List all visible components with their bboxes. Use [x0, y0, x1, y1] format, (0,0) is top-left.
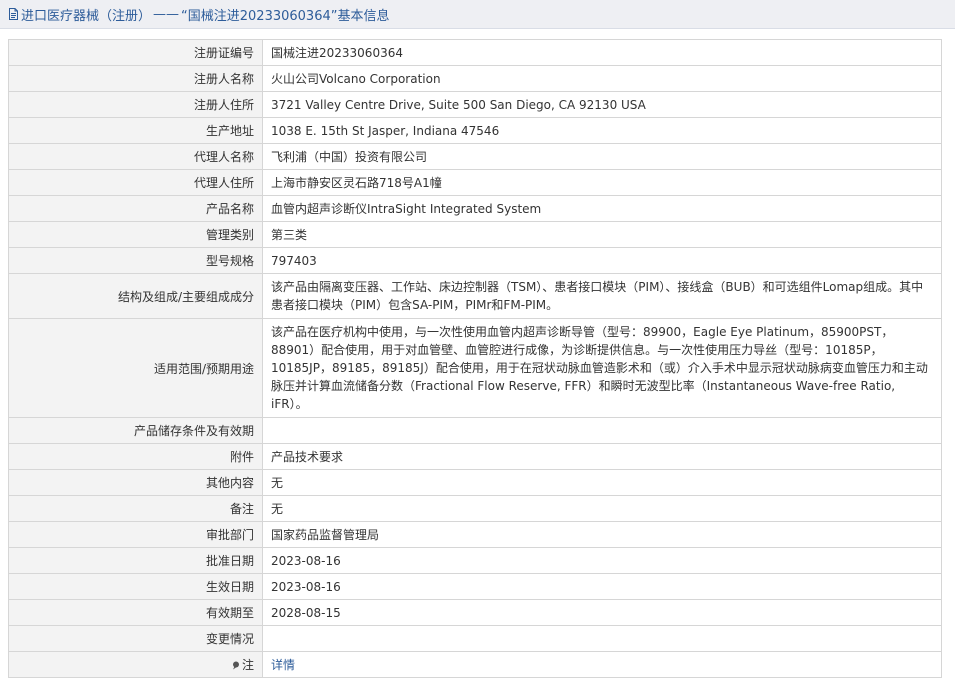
header-separator: ——	[153, 6, 180, 22]
row-value: 火山公司Volcano Corporation	[262, 65, 942, 92]
table-row: 注册人名称 火山公司Volcano Corporation	[8, 65, 942, 92]
table-row: 变更情况	[8, 625, 942, 652]
row-value: 2023-08-16	[262, 573, 942, 600]
row-value: 无	[262, 469, 942, 496]
row-value: 2023-08-16	[262, 547, 942, 574]
row-value: 国家药品监督管理局	[262, 521, 942, 548]
row-value	[262, 417, 942, 444]
row-value: 797403	[262, 247, 942, 274]
row-value: 产品技术要求	[262, 443, 942, 470]
table-row: 生效日期 2023-08-16	[8, 573, 942, 600]
table-row: 产品储存条件及有效期	[8, 417, 942, 444]
row-label: 有效期至	[8, 599, 263, 626]
row-value: 国械注进20233060364	[262, 39, 942, 66]
table-row: 审批部门 国家药品监督管理局	[8, 521, 942, 548]
table-row: 型号规格 797403	[8, 247, 942, 274]
row-label: 代理人名称	[8, 143, 263, 170]
row-label: 批准日期	[8, 547, 263, 574]
row-label: 管理类别	[8, 221, 263, 248]
row-label: 审批部门	[8, 521, 263, 548]
row-value: 该产品由隔离变压器、工作站、床边控制器（TSM）、患者接口模块（PIM）、接线盒…	[262, 273, 942, 319]
table-row: 有效期至 2028-08-15	[8, 599, 942, 626]
row-label: 生效日期	[8, 573, 263, 600]
row-value: 上海市静安区灵石路718号A1幢	[262, 169, 942, 196]
row-value: 第三类	[262, 221, 942, 248]
table-row: 附件 产品技术要求	[8, 443, 942, 470]
table-row: 代理人住所 上海市静安区灵石路718号A1幢	[8, 169, 942, 196]
row-label: 注册人名称	[8, 65, 263, 92]
row-value: 飞利浦（中国）投资有限公司	[262, 143, 942, 170]
row-label: 注册证编号	[8, 39, 263, 66]
row-label: 产品名称	[8, 195, 263, 222]
table-row: 注 详情	[8, 651, 942, 678]
row-label: 型号规格	[8, 247, 263, 274]
note-label: 注	[241, 658, 254, 672]
pin-icon	[232, 661, 239, 670]
table-row: 其他内容 无	[8, 469, 942, 496]
info-table-container: 注册证编号 国械注进20233060364 注册人名称 火山公司Volcano …	[8, 39, 942, 678]
row-label: 代理人住所	[8, 169, 263, 196]
row-value: 无	[262, 495, 942, 522]
row-label: 备注	[8, 495, 263, 522]
row-value	[262, 625, 942, 652]
row-value: 3721 Valley Centre Drive, Suite 500 San …	[262, 91, 942, 118]
row-value: 详情	[262, 651, 942, 678]
table-row: 备注 无	[8, 495, 942, 522]
header-category: 进口医疗器械（注册）	[21, 8, 152, 24]
row-label: 适用范围/预期用途	[8, 318, 263, 418]
row-label: 结构及组成/主要组成成分	[8, 273, 263, 319]
table-row: 代理人名称 飞利浦（中国）投资有限公司	[8, 143, 942, 170]
table-row: 适用范围/预期用途 该产品在医疗机构中使用，与一次性使用血管内超声诊断导管（型号…	[8, 318, 942, 418]
table-row: 注册证编号 国械注进20233060364	[8, 39, 942, 66]
row-label: 其他内容	[8, 469, 263, 496]
table-row: 生产地址 1038 E. 15th St Jasper, Indiana 475…	[8, 117, 942, 144]
row-label: 生产地址	[8, 117, 263, 144]
table-row: 产品名称 血管内超声诊断仪IntraSight Integrated Syste…	[8, 195, 942, 222]
document-icon	[9, 8, 18, 20]
row-label: 注册人住所	[8, 91, 263, 118]
table-row: 管理类别 第三类	[8, 221, 942, 248]
table-row: 结构及组成/主要组成成分 该产品由隔离变压器、工作站、床边控制器（TSM）、患者…	[8, 273, 942, 319]
page-title: “国械注进20233060364”基本信息	[181, 8, 390, 24]
page-header: 进口医疗器械（注册） —— “国械注进20233060364”基本信息	[0, 0, 955, 29]
row-label: 产品储存条件及有效期	[8, 417, 263, 444]
row-value: 该产品在医疗机构中使用，与一次性使用血管内超声诊断导管（型号：89900，Eag…	[262, 318, 942, 418]
table-row: 注册人住所 3721 Valley Centre Drive, Suite 50…	[8, 91, 942, 118]
row-value: 血管内超声诊断仪IntraSight Integrated System	[262, 195, 942, 222]
info-table: 注册证编号 国械注进20233060364 注册人名称 火山公司Volcano …	[8, 39, 942, 678]
row-label: 附件	[8, 443, 263, 470]
note-label-cell: 注	[8, 651, 263, 678]
row-label: 变更情况	[8, 625, 263, 652]
table-row: 批准日期 2023-08-16	[8, 547, 942, 574]
row-value: 1038 E. 15th St Jasper, Indiana 47546	[262, 117, 942, 144]
details-link[interactable]: 详情	[271, 658, 295, 672]
row-value: 2028-08-15	[262, 599, 942, 626]
